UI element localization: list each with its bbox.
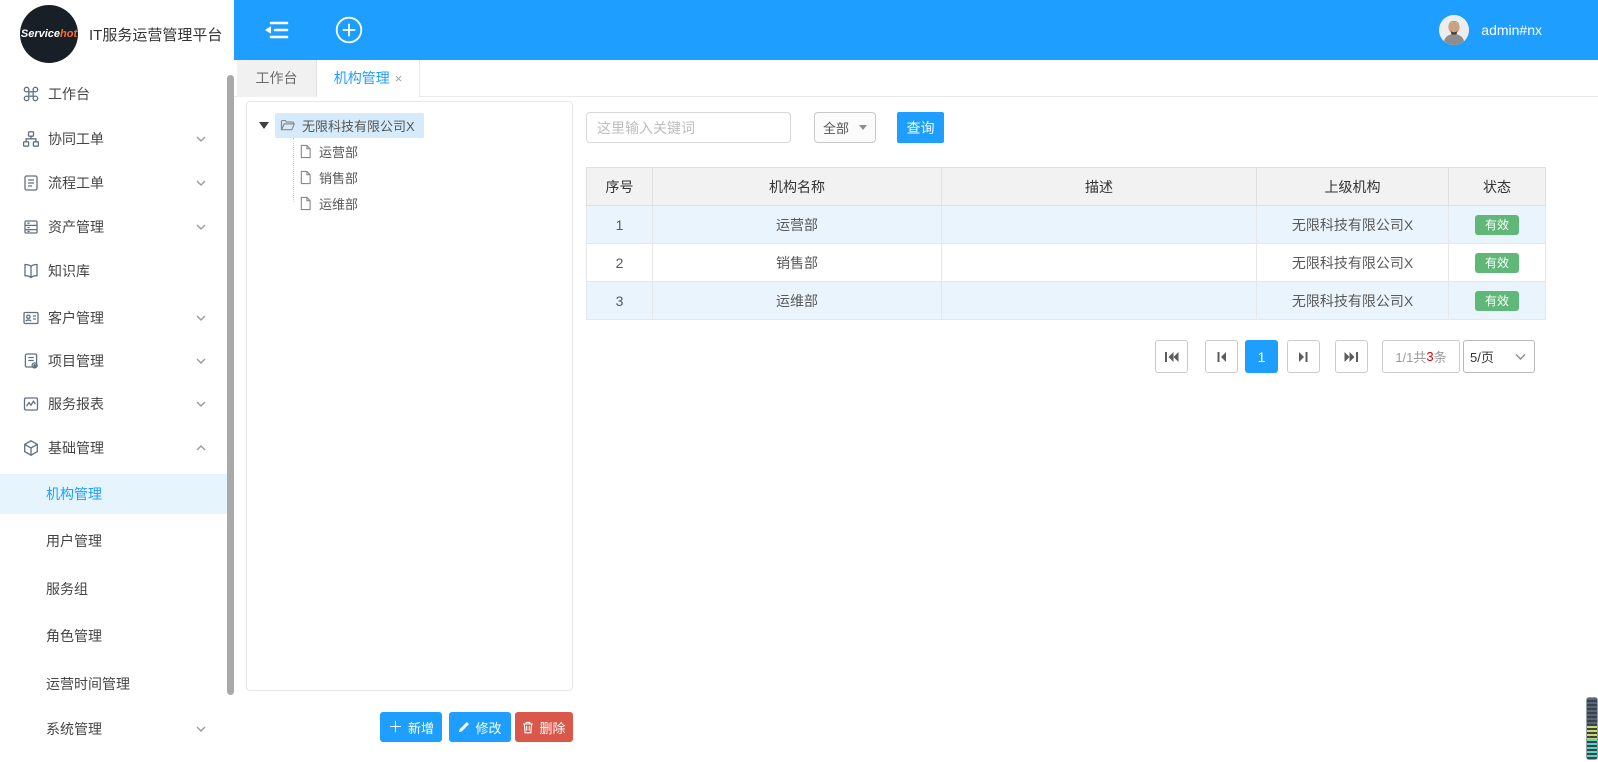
sidebar-subitem-system-management[interactable]: 系统管理 (0, 709, 226, 749)
widget-stripes-gray (1587, 698, 1597, 726)
customer-card-icon (22, 309, 40, 327)
file-icon (299, 196, 312, 211)
servicehot-logo: Servicehot (20, 5, 78, 63)
close-tab-icon[interactable]: × (395, 71, 403, 86)
chevron-down-icon (196, 357, 206, 365)
keyword-search-input[interactable] (586, 112, 791, 143)
tab-org-management[interactable]: 机构管理× (317, 60, 420, 98)
filter-select[interactable]: 全部 (814, 112, 876, 143)
main-content: 无限科技有限公司X 运营部 销售部 运维部 全部 查询 (234, 97, 1598, 762)
book-icon (22, 262, 40, 280)
status-badge: 有效 (1475, 291, 1519, 311)
project-doc-icon (22, 352, 40, 370)
avatar (1439, 15, 1469, 45)
tab-workbench[interactable]: 工作台 (237, 60, 317, 97)
sidebar-item-customers[interactable]: 客户管理 (0, 296, 226, 340)
filter-select-value: 全部 (823, 118, 849, 137)
page-size-select[interactable]: 5/页 (1463, 340, 1535, 373)
status-badge: 有效 (1475, 253, 1519, 273)
chevron-down-icon (196, 400, 206, 408)
app-title: IT服务运营管理平台 (89, 24, 222, 45)
first-page-button[interactable] (1155, 340, 1188, 373)
sidebar: Servicehot IT服务运营管理平台 工作台 协同工单 (0, 0, 234, 762)
asset-server-icon (22, 218, 40, 236)
chevron-down-icon (196, 223, 206, 231)
plus-icon: ＋ (388, 720, 403, 735)
org-chart-icon (22, 130, 40, 148)
sidebar-item-service-reports[interactable]: 服务报表 (0, 382, 226, 426)
table-row[interactable]: 2 销售部 无限科技有限公司X 有效 (587, 244, 1546, 282)
col-header-status: 状态 (1449, 168, 1546, 206)
chevron-down-icon (1515, 353, 1526, 361)
sidebar-item-projects[interactable]: 项目管理 (0, 339, 226, 383)
status-badge: 有效 (1475, 215, 1519, 235)
chevron-down-icon (196, 179, 206, 187)
sidebar-subitem-role-management[interactable]: 角色管理 (0, 616, 226, 656)
logo-text-service: Service (21, 28, 60, 40)
pencil-icon (458, 721, 470, 733)
file-icon (299, 170, 312, 185)
col-header-name: 机构名称 (653, 168, 942, 206)
sidebar-scrollbar[interactable] (227, 75, 234, 695)
logo-area: Servicehot IT服务运营管理平台 (0, 0, 234, 68)
flow-doc-icon (22, 174, 40, 192)
add-button[interactable]: ＋ 新增 (380, 712, 442, 742)
collapse-sidebar-icon[interactable] (262, 19, 290, 41)
tree-root-selected[interactable]: 无限科技有限公司X (275, 113, 424, 138)
cube-icon (22, 439, 40, 457)
folder-open-icon (280, 118, 295, 132)
chevron-down-icon (196, 135, 206, 143)
chevron-up-icon (196, 444, 206, 452)
sidebar-subitem-org-management[interactable]: 机构管理 (0, 474, 234, 514)
chevron-down-icon (196, 314, 206, 322)
chevron-down-icon (196, 725, 206, 733)
new-tab-plus-icon[interactable] (334, 15, 364, 45)
corner-extension-widget[interactable] (1586, 697, 1598, 760)
sidebar-subitem-user-management[interactable]: 用户管理 (0, 521, 226, 561)
table-header-row: 序号 机构名称 描述 上级机构 状态 (587, 168, 1546, 206)
sidebar-item-assets[interactable]: 资产管理 (0, 205, 226, 249)
report-chart-icon (22, 395, 40, 413)
edit-button[interactable]: 修改 (449, 712, 511, 742)
col-header-seq: 序号 (587, 168, 653, 206)
query-button[interactable]: 查询 (897, 112, 944, 143)
logo-text-hot: hot (60, 28, 77, 40)
user-menu[interactable]: admin#nx (1439, 0, 1542, 60)
page-1-button[interactable]: 1 (1245, 340, 1278, 373)
delete-button[interactable]: 删除 (515, 712, 573, 742)
widget-stripes-yellow (1587, 726, 1597, 739)
sidebar-item-workbench[interactable]: 工作台 (0, 72, 226, 116)
col-header-desc: 描述 (942, 168, 1257, 206)
sidebar-subitem-service-group[interactable]: 服务组 (0, 569, 226, 609)
tree-root-node[interactable]: 无限科技有限公司X (259, 113, 424, 137)
next-page-button[interactable] (1287, 340, 1320, 373)
tree-connector-line (293, 138, 294, 202)
org-table: 序号 机构名称 描述 上级机构 状态 1 运营部 无限科技有限公司X 有效 2 … (586, 167, 1546, 320)
page-size-value: 5/页 (1470, 347, 1494, 366)
file-icon (299, 144, 312, 159)
sidebar-item-process-orders[interactable]: 流程工单 (0, 161, 226, 205)
sidebar-item-collab-orders[interactable]: 协同工单 (0, 117, 226, 161)
sidebar-item-basic-management[interactable]: 基础管理 (0, 426, 226, 470)
username: admin#nx (1481, 22, 1542, 38)
dashboard-icon (22, 85, 40, 103)
col-header-parent: 上级机构 (1257, 168, 1449, 206)
select-caret-icon (859, 125, 867, 130)
tree-expand-caret-icon[interactable] (259, 122, 269, 129)
sidebar-item-knowledge-base[interactable]: 知识库 (0, 249, 226, 293)
org-tree-panel: 无限科技有限公司X 运营部 销售部 运维部 (246, 101, 573, 691)
widget-stripes-teal (1587, 739, 1597, 759)
tree-node-sales[interactable]: 销售部 (299, 165, 358, 189)
topbar: admin#nx (234, 0, 1598, 60)
tabbar: 工作台 机构管理× (234, 60, 1598, 97)
tree-node-operations[interactable]: 运营部 (299, 139, 358, 163)
tree-node-maintenance[interactable]: 运维部 (299, 191, 358, 215)
trash-icon (522, 721, 534, 734)
table-row[interactable]: 1 运营部 无限科技有限公司X 有效 (587, 206, 1546, 244)
prev-page-button[interactable] (1205, 340, 1238, 373)
last-page-button[interactable] (1335, 340, 1368, 373)
sidebar-subitem-operation-time[interactable]: 运营时间管理 (0, 664, 226, 704)
table-row[interactable]: 3 运维部 无限科技有限公司X 有效 (587, 282, 1546, 320)
pagination-info: 1/1共3条 (1382, 340, 1460, 373)
